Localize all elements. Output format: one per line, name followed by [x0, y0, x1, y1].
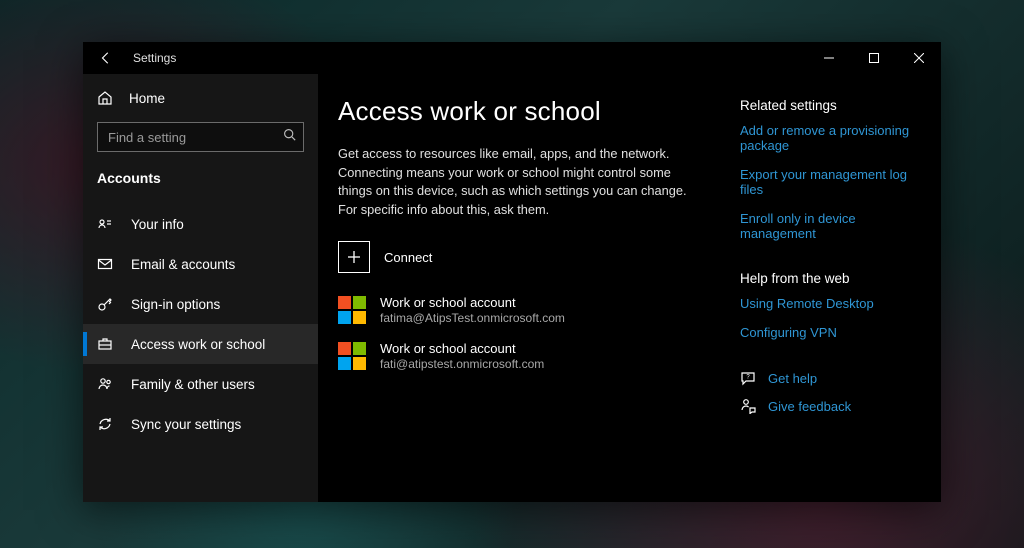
plus-icon	[338, 241, 370, 273]
related-heading: Related settings	[740, 98, 921, 113]
page-description: Get access to resources like email, apps…	[338, 145, 708, 219]
sidebar-item-access-work-school[interactable]: Access work or school	[83, 324, 318, 364]
related-link-enroll-device[interactable]: Enroll only in device management	[740, 211, 921, 241]
sidebar-item-your-info[interactable]: Your info	[83, 204, 318, 244]
account-title: Work or school account	[380, 341, 544, 356]
sidebar-item-signin-options[interactable]: Sign-in options	[83, 284, 318, 324]
connect-label: Connect	[384, 250, 432, 265]
sidebar-item-sync-settings[interactable]: Sync your settings	[83, 404, 318, 444]
sidebar-item-label: Sign-in options	[131, 297, 220, 312]
people-icon	[97, 376, 113, 392]
related-link-provisioning[interactable]: Add or remove a provisioning package	[740, 123, 921, 153]
give-feedback-link[interactable]: Give feedback	[740, 398, 921, 414]
account-entry[interactable]: Work or school account fati@atipstest.on…	[338, 341, 708, 371]
sidebar-item-label: Access work or school	[131, 337, 265, 352]
sidebar-item-label: Email & accounts	[131, 257, 235, 272]
maximize-button[interactable]	[851, 42, 896, 74]
help-link-vpn[interactable]: Configuring VPN	[740, 325, 921, 340]
sidebar: Home Accounts Your info	[83, 74, 318, 502]
page-title: Access work or school	[338, 96, 708, 127]
briefcase-icon	[97, 336, 113, 352]
sidebar-item-family-users[interactable]: Family & other users	[83, 364, 318, 404]
window-title: Settings	[133, 51, 176, 65]
main-left: Access work or school Get access to reso…	[338, 96, 708, 492]
get-help-label: Get help	[768, 371, 817, 386]
svg-text:?: ?	[746, 375, 750, 381]
content: Home Accounts Your info	[83, 74, 941, 502]
help-link-remote-desktop[interactable]: Using Remote Desktop	[740, 296, 921, 311]
key-icon	[97, 296, 113, 312]
feedback-icon	[740, 398, 756, 414]
maximize-icon	[869, 53, 879, 63]
main-pane: Access work or school Get access to reso…	[318, 74, 941, 502]
search-icon	[283, 128, 296, 146]
back-button[interactable]	[97, 51, 115, 65]
mail-icon	[97, 256, 113, 272]
section-title: Accounts	[83, 160, 318, 204]
sidebar-item-label: Family & other users	[131, 377, 255, 392]
account-detail: fati@atipstest.onmicrosoft.com	[380, 357, 544, 371]
give-feedback-label: Give feedback	[768, 399, 851, 414]
window-controls	[806, 42, 941, 74]
search-wrap	[83, 118, 318, 160]
sync-icon	[97, 416, 113, 432]
arrow-left-icon	[99, 51, 113, 65]
sidebar-item-email-accounts[interactable]: Email & accounts	[83, 244, 318, 284]
help-heading: Help from the web	[740, 271, 921, 286]
home-nav[interactable]: Home	[83, 78, 318, 118]
close-icon	[914, 53, 924, 63]
settings-window: Settings Home	[83, 42, 941, 502]
home-label: Home	[129, 91, 165, 106]
microsoft-logo-icon	[338, 296, 366, 324]
account-entry[interactable]: Work or school account fatima@AtipsTest.…	[338, 295, 708, 325]
close-button[interactable]	[896, 42, 941, 74]
home-icon	[97, 90, 113, 106]
microsoft-logo-icon	[338, 342, 366, 370]
person-card-icon	[97, 216, 113, 232]
minimize-button[interactable]	[806, 42, 851, 74]
sidebar-item-label: Sync your settings	[131, 417, 241, 432]
minimize-icon	[824, 53, 834, 63]
connect-button[interactable]: Connect	[338, 241, 708, 273]
get-help-link[interactable]: ? Get help	[740, 370, 921, 386]
related-link-export-logs[interactable]: Export your management log files	[740, 167, 921, 197]
main-right: Related settings Add or remove a provisi…	[708, 96, 921, 492]
sidebar-item-label: Your info	[131, 217, 184, 232]
titlebar: Settings	[83, 42, 941, 74]
account-title: Work or school account	[380, 295, 565, 310]
search-input[interactable]	[97, 122, 304, 152]
chat-help-icon: ?	[740, 370, 756, 386]
account-detail: fatima@AtipsTest.onmicrosoft.com	[380, 311, 565, 325]
